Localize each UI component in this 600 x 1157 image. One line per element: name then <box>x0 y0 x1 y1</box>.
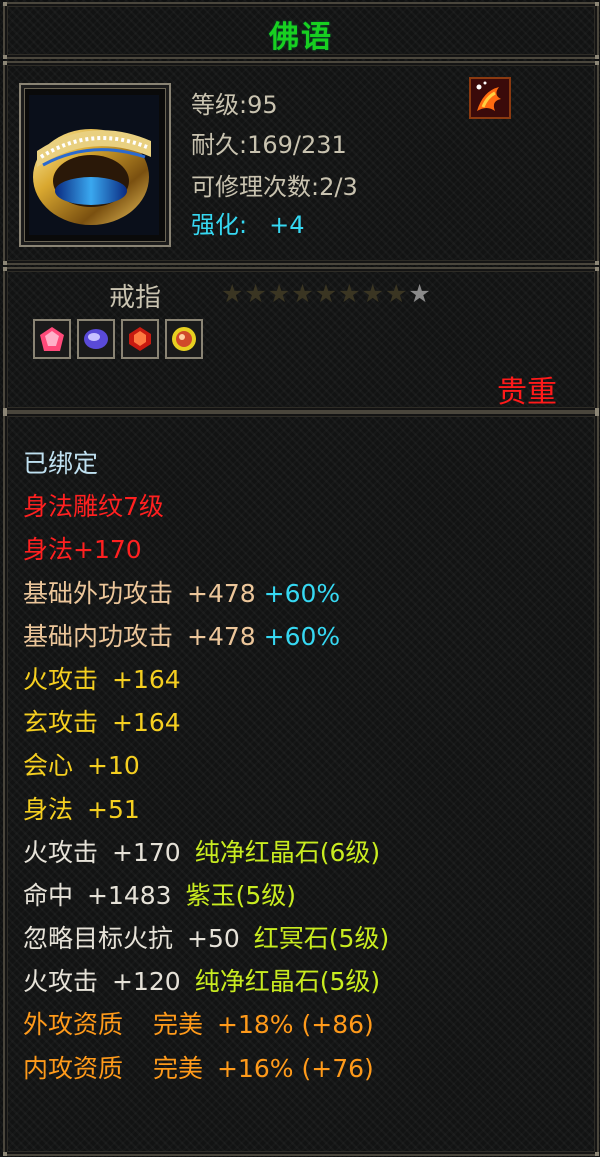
item-info-panel: 等级:95 耐久:169/231 可修理次数:2/3 强化: +4 <box>3 61 599 265</box>
aptitude-quality: 完美 <box>153 1053 204 1083</box>
attr-name: 火攻击 <box>23 967 99 997</box>
phoenix-badge-icon[interactable] <box>469 77 511 119</box>
carving-bonus-attr: 身法+170 <box>23 535 142 565</box>
attr-value: +120 <box>112 967 181 997</box>
item-durability: 耐久:169/231 <box>191 131 347 159</box>
attr-name: 内攻资质 <box>23 1053 124 1083</box>
item-type-panel: 戒指 ★ ★ ★ ★ ★ ★ ★ ★ ★ 贵重 <box>3 267 599 412</box>
attr-value: +10 <box>87 751 140 781</box>
attr-percent: +60% <box>263 621 341 651</box>
attr-name: 身法 <box>23 794 74 824</box>
attributes-panel: 已绑定 身法雕纹7级 身法+170 基础外功攻击 +478 +60% 基础内功攻击… <box>3 412 599 1156</box>
attr-value: +170 <box>112 837 181 867</box>
attr-name: 基础外功攻击 <box>23 578 174 608</box>
aptitude-quality: 完美 <box>153 1010 204 1040</box>
star-filled-icon: ★ <box>338 279 361 308</box>
attr-value: +50 <box>187 924 240 954</box>
star-filled-icon: ★ <box>384 279 408 308</box>
enhance-value: +4 <box>269 211 305 239</box>
item-enhancement: 强化: +4 <box>191 205 304 240</box>
attr-value: +16% <box>217 1053 294 1083</box>
aptitude-external: 外攻资质 完美 +18% (+86) <box>23 1003 389 1046</box>
star-empty-icon: ★ <box>408 279 431 308</box>
agility-attr: 身法 +51 <box>23 788 389 831</box>
item-type: 戒指 <box>109 283 162 313</box>
attribute-list: 已绑定 身法雕纹7级 身法+170 基础外功攻击 +478 +60% 基础内功攻击… <box>23 442 389 1090</box>
pink-gem-icon[interactable] <box>33 319 71 359</box>
attr-value: +1483 <box>87 880 172 910</box>
item-repair-count: 可修理次数:2/3 <box>191 173 358 201</box>
carving-attr: 身法雕纹7级 <box>23 492 164 522</box>
star-filled-icon: ★ <box>291 279 314 308</box>
attr-value: +51 <box>87 794 140 824</box>
star-rating: ★ ★ ★ ★ ★ ★ ★ ★ ★ <box>221 281 431 306</box>
attr-name: 外攻资质 <box>23 1010 124 1040</box>
attr-name: 玄攻击 <box>23 708 99 738</box>
aptitude-bonus: (+76) <box>301 1053 374 1083</box>
purple-gem-icon[interactable] <box>77 319 115 359</box>
ring-icon[interactable] <box>19 83 171 247</box>
gem-attr-4: 火攻击 +120 纯净红晶石(5级) <box>23 960 389 1003</box>
attr-name: 会心 <box>23 751 74 781</box>
rarity-label: 贵重 <box>497 375 557 410</box>
xuan-attack-attr: 玄攻击 +164 <box>23 701 389 744</box>
gem-name: 纯净红晶石(6级) <box>194 837 381 867</box>
attr-value: +164 <box>112 664 181 694</box>
durability-value: 169/231 <box>247 131 347 159</box>
gem-name: 纯净红晶石(5级) <box>194 967 381 997</box>
attr-value: +164 <box>112 708 181 738</box>
gem-attr-1: 火攻击 +170 纯净红晶石(6级) <box>23 831 389 874</box>
item-level: 等级:95 <box>191 91 278 119</box>
attr-value: +18% <box>217 1010 294 1040</box>
gem-name: 红冥石(5级) <box>253 924 390 954</box>
star-filled-icon: ★ <box>361 279 384 308</box>
gem-name: 紫玉(5级) <box>185 880 297 910</box>
level-value: 95 <box>247 91 278 119</box>
aptitude-internal: 内攻资质 完美 +16% (+76) <box>23 1047 389 1090</box>
attr-name: 基础内功攻击 <box>23 621 174 651</box>
attr-value: +478 <box>187 578 256 608</box>
star-filled-icon: ★ <box>244 279 267 308</box>
repair-value: 2/3 <box>319 173 358 201</box>
star-filled-icon: ★ <box>267 279 291 308</box>
bound-status: 已绑定 <box>23 449 99 478</box>
green-gem-icon[interactable] <box>165 319 203 359</box>
enhance-label: 强化: <box>191 211 248 239</box>
star-filled-icon: ★ <box>221 279 244 308</box>
gem-attr-2: 命中 +1483 紫玉(5级) <box>23 874 389 917</box>
star-filled-icon: ★ <box>314 279 338 308</box>
crit-attr: 会心 +10 <box>23 744 389 787</box>
level-label: 等级 <box>191 91 239 119</box>
gem-slots <box>33 319 203 359</box>
aptitude-bonus: (+86) <box>301 1010 374 1040</box>
gem-attr-3: 忽略目标火抗 +50 红冥石(5级) <box>23 917 389 960</box>
attr-percent: +60% <box>263 578 341 608</box>
attr-name: 命中 <box>23 880 74 910</box>
base-internal-attack: 基础内功攻击 +478 +60% <box>23 615 389 658</box>
attr-value: +478 <box>187 621 256 651</box>
item-name: 佛语 <box>269 20 333 55</box>
ring-image <box>29 95 159 235</box>
attr-name: 火攻击 <box>23 837 99 867</box>
attr-name: 忽略目标火抗 <box>23 924 174 954</box>
title-bar: 佛语 <box>3 2 599 59</box>
durability-label: 耐久 <box>191 131 239 159</box>
fire-attack-attr: 火攻击 +164 <box>23 658 389 701</box>
attr-name: 火攻击 <box>23 664 99 694</box>
repair-label: 可修理次数 <box>191 173 311 201</box>
base-external-attack: 基础外功攻击 +478 +60% <box>23 572 389 615</box>
red-gem-icon[interactable] <box>121 319 159 359</box>
